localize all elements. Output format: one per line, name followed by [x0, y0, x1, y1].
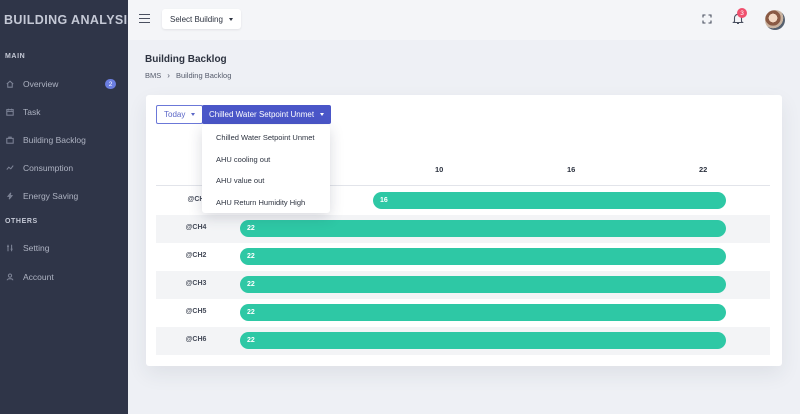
- sidebar-item-account[interactable]: Account: [0, 266, 128, 288]
- overview-badge: 2: [105, 79, 116, 89]
- calendar-icon: [5, 108, 15, 116]
- metric-dropdown-button[interactable]: Chilled Water Setpoint Unmet: [202, 105, 332, 124]
- row-label: @CH6: [185, 336, 207, 343]
- bar-label: 22: [247, 225, 255, 232]
- chevron-right-icon: ›: [167, 71, 170, 80]
- gantt-bar[interactable]: 22: [240, 248, 726, 265]
- bar-label: 22: [247, 253, 255, 260]
- row-label: @CH2: [185, 252, 207, 259]
- table-row: @CH5 22: [156, 299, 770, 327]
- sidebar-item-label: Task: [23, 107, 41, 117]
- bar-label: 16: [380, 197, 388, 204]
- dropdown-item[interactable]: AHU value out: [202, 170, 330, 192]
- top-bar: Select Building 3: [128, 0, 800, 40]
- gantt-bar[interactable]: 22: [240, 276, 726, 293]
- gantt-bar[interactable]: 22: [240, 304, 726, 321]
- page-title: Building Backlog: [145, 54, 227, 65]
- metric-dropdown-menu: Chilled Water Setpoint Unmet AHU cooling…: [202, 125, 330, 213]
- user-icon: [5, 273, 15, 281]
- fullscreen-icon[interactable]: [702, 14, 712, 24]
- home-icon: [5, 80, 15, 88]
- sidebar: BUILDING ANALYSIS MAIN Overview 2 Task B…: [0, 0, 137, 414]
- briefcase-icon: [5, 136, 15, 144]
- table-row: @CH6 22: [156, 327, 770, 355]
- sidebar-item-label: Building Backlog: [23, 135, 86, 145]
- row-label: @CH5: [185, 308, 207, 315]
- breadcrumb-item[interactable]: BMS: [145, 71, 161, 80]
- x-tick-label: 22: [699, 165, 708, 174]
- x-tick-label: 16: [567, 165, 576, 174]
- select-building-dropdown[interactable]: Select Building: [162, 9, 241, 29]
- sidebar-item-consumption[interactable]: Consumption: [0, 157, 128, 179]
- avatar[interactable]: [765, 10, 785, 30]
- brand-title: BUILDING ANALYSIS: [4, 13, 137, 27]
- chevron-down-icon: [191, 113, 196, 116]
- sidebar-item-task[interactable]: Task: [0, 101, 128, 123]
- menu-toggle-icon[interactable]: [139, 14, 150, 24]
- sidebar-item-building-backlog[interactable]: Building Backlog: [0, 129, 128, 151]
- sliders-icon: [5, 244, 15, 252]
- section-others: OTHERS: [5, 218, 38, 225]
- gantt-bar[interactable]: 16: [373, 192, 726, 209]
- notification-badge: 3: [737, 8, 747, 18]
- table-row: @CH3 22: [156, 271, 770, 299]
- metric-label: Chilled Water Setpoint Unmet: [209, 110, 315, 119]
- dropdown-item[interactable]: AHU cooling out: [202, 149, 330, 171]
- select-building-label: Select Building: [170, 14, 223, 24]
- section-main: MAIN: [5, 53, 26, 60]
- sidebar-item-energy-saving[interactable]: Energy Saving: [0, 185, 128, 207]
- period-dropdown-button[interactable]: Today: [156, 105, 204, 124]
- sidebar-item-label: Energy Saving: [23, 191, 79, 201]
- table-row: @CH2 22: [156, 243, 770, 271]
- sidebar-item-label: Account: [23, 272, 54, 282]
- gantt-bar[interactable]: 22: [240, 332, 726, 349]
- breadcrumb-item: Building Backlog: [175, 71, 232, 80]
- dropdown-item[interactable]: Chilled Water Setpoint Unmet: [202, 127, 330, 149]
- chevron-down-icon: [320, 113, 325, 116]
- bar-label: 22: [247, 309, 255, 316]
- bar-label: 22: [247, 281, 255, 288]
- bar-label: 22: [247, 337, 255, 344]
- period-label: Today: [164, 110, 186, 119]
- bolt-icon: [5, 192, 15, 200]
- gantt-bar[interactable]: 22: [240, 220, 726, 237]
- table-row: @CH4 22: [156, 215, 770, 243]
- chevron-down-icon: [228, 17, 233, 21]
- row-label: @CH3: [185, 280, 207, 287]
- dropdown-item[interactable]: AHU Return Humidity High: [202, 192, 330, 214]
- x-tick-label: 10: [435, 165, 444, 174]
- sidebar-item-setting[interactable]: Setting: [0, 237, 128, 259]
- chart-line-icon: [5, 164, 15, 172]
- breadcrumb: BMS › Building Backlog: [145, 71, 231, 80]
- sidebar-item-label: Setting: [23, 243, 50, 253]
- sidebar-item-overview[interactable]: Overview 2: [0, 73, 128, 95]
- sidebar-item-label: Overview: [23, 79, 59, 89]
- row-label: @CH4: [185, 224, 207, 231]
- sidebar-item-label: Consumption: [23, 163, 74, 173]
